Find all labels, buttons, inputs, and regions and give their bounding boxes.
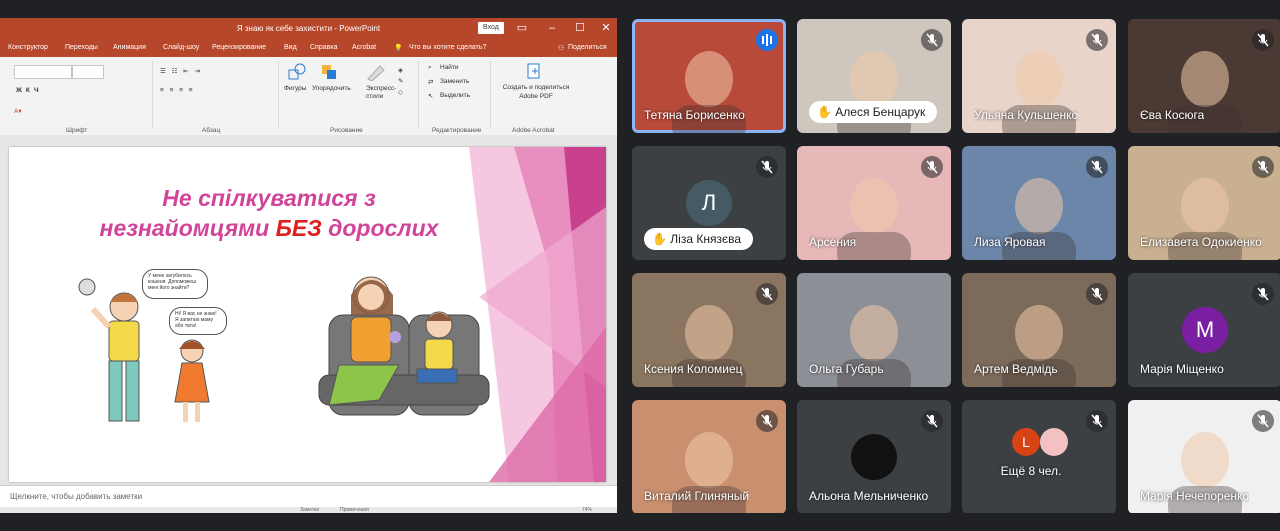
mic-off-icon	[1086, 29, 1108, 51]
participant-name: Ксения Коломиец	[644, 362, 743, 376]
mic-off-icon	[1086, 410, 1108, 432]
avatar	[1040, 428, 1068, 456]
participant-grid: Тетяна Борисенко ✋ Алеся Бенцарук Ульяна К…	[0, 0, 1280, 531]
participant-name: Тетяна Борисенко	[644, 108, 745, 122]
bottom-strip	[0, 513, 1280, 531]
hand-raised-icon: ✋	[817, 105, 836, 119]
hand-raised-name-pill: ✋ Алеся Бенцарук	[809, 101, 938, 123]
participant-tile[interactable]: Елизавета Одокиенко	[1128, 146, 1280, 260]
participant-tile[interactable]: L Ещё 8 чел.	[962, 400, 1116, 514]
participant-name: Арсения	[809, 235, 857, 249]
participant-name: Виталий Глиняный	[644, 489, 750, 503]
mic-off-icon	[1252, 410, 1274, 432]
participant-tile[interactable]: Виталий Глиняный	[632, 400, 786, 514]
participant-name: Ольга Губарь	[809, 362, 884, 376]
mic-off-icon	[1252, 156, 1274, 178]
mic-off-icon	[756, 156, 778, 178]
mic-off-icon	[756, 410, 778, 432]
mic-off-icon	[1252, 29, 1274, 51]
participant-name: Єва Косюга	[1140, 108, 1205, 122]
avatar: Л	[686, 180, 732, 226]
participant-name: Марія Міщенко	[1140, 362, 1224, 376]
participant-tile[interactable]: Альона Мельниченко	[797, 400, 951, 514]
participant-tile[interactable]: Єва Косюга	[1128, 19, 1280, 133]
mic-off-icon	[1086, 156, 1108, 178]
participant-tile[interactable]: М Марія Міщенко	[1128, 273, 1280, 387]
participant-name: Ліза Князєва	[670, 232, 741, 246]
participant-tile[interactable]: Ксения Коломиец	[632, 273, 786, 387]
avatar: М	[1182, 307, 1228, 353]
mic-off-icon	[921, 156, 943, 178]
participant-name: Марія Нечепоренко	[1140, 489, 1250, 503]
participant-tile[interactable]: Лиза Яровая	[962, 146, 1116, 260]
participant-name: Альона Мельниченко	[809, 489, 929, 503]
participant-tile[interactable]: Марія Нечепоренко	[1128, 400, 1280, 514]
participant-name: Алеся Бенцарук	[835, 105, 926, 119]
participant-tile[interactable]: Л ✋ Ліза Князєва	[632, 146, 786, 260]
hand-raised-icon: ✋	[652, 232, 671, 246]
mic-off-icon	[756, 283, 778, 305]
participant-tile[interactable]: Ульяна Кульшенко	[962, 19, 1116, 133]
mic-off-icon	[921, 410, 943, 432]
participant-name: Лиза Яровая	[974, 235, 1046, 249]
mic-off-icon	[921, 29, 943, 51]
participant-tile[interactable]: Артем Ведмідь	[962, 273, 1116, 387]
hand-raised-name-pill: ✋ Ліза Князєва	[644, 228, 753, 250]
participant-tile[interactable]: Арсения	[797, 146, 951, 260]
avatar: L	[1012, 428, 1040, 456]
participant-name: Елизавета Одокиенко	[1140, 235, 1262, 249]
participant-tile[interactable]: ✋ Алеся Бенцарук	[797, 19, 951, 133]
speaking-indicator-icon	[756, 29, 778, 51]
participant-name: Артем Ведмідь	[974, 362, 1058, 376]
participant-tile[interactable]: Тетяна Борисенко	[632, 19, 786, 133]
participant-tile[interactable]: Ольга Губарь	[797, 273, 951, 387]
mic-off-icon	[1086, 283, 1108, 305]
participant-name: Ульяна Кульшенко	[974, 108, 1079, 122]
avatar	[851, 434, 897, 480]
mic-off-icon	[1252, 283, 1274, 305]
more-participants-label: Ещё 8 чел.	[1000, 464, 1062, 478]
